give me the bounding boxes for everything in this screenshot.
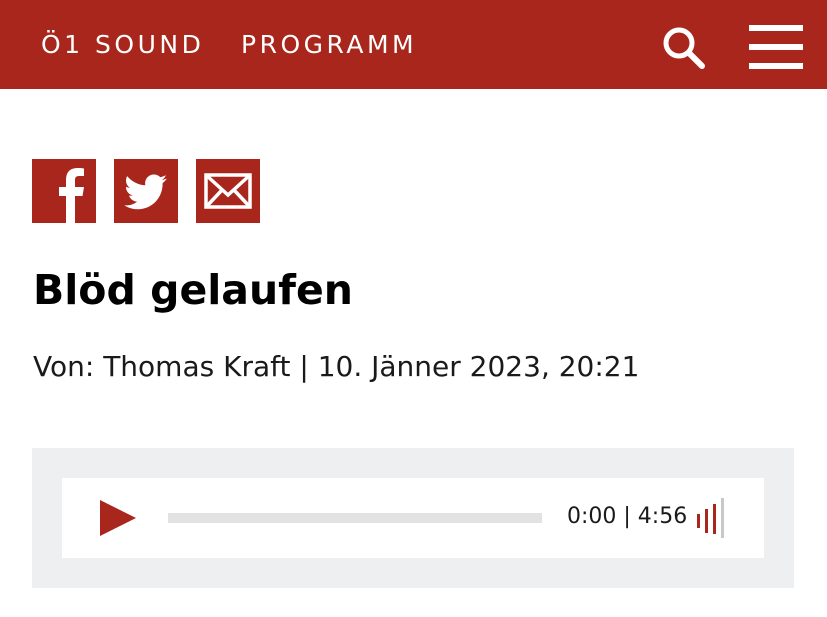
volume-icon — [697, 498, 724, 538]
menu-button[interactable] — [749, 25, 803, 69]
playback-time: 0:00 | 4:56 — [567, 504, 688, 529]
share-mail-button[interactable] — [196, 159, 260, 223]
hamburger-menu-icon — [749, 25, 803, 69]
search-icon — [663, 27, 705, 69]
facebook-icon — [59, 168, 84, 223]
volume-button[interactable] — [694, 498, 734, 538]
nav-link-programm[interactable]: PROGRAMM — [241, 30, 417, 60]
article-meta: Von: Thomas Kraft | 10. Jänner 2023, 20:… — [33, 350, 640, 383]
progress-bar[interactable] — [168, 513, 542, 523]
search-button[interactable] — [660, 24, 708, 72]
play-icon — [100, 500, 136, 536]
play-button[interactable] — [98, 498, 138, 538]
share-twitter-button[interactable] — [114, 159, 178, 223]
article-title: Blöd gelaufen — [33, 266, 353, 314]
mail-icon — [204, 173, 252, 209]
audio-player-container: 0:00 | 4:56 — [32, 448, 794, 588]
twitter-icon — [124, 174, 167, 210]
audio-player: 0:00 | 4:56 — [62, 478, 764, 558]
top-navigation-bar: Ö1 SOUND PROGRAMM — [0, 0, 827, 89]
nav-link-oe1-sound[interactable]: Ö1 SOUND — [41, 30, 204, 60]
share-facebook-button[interactable] — [32, 159, 96, 223]
